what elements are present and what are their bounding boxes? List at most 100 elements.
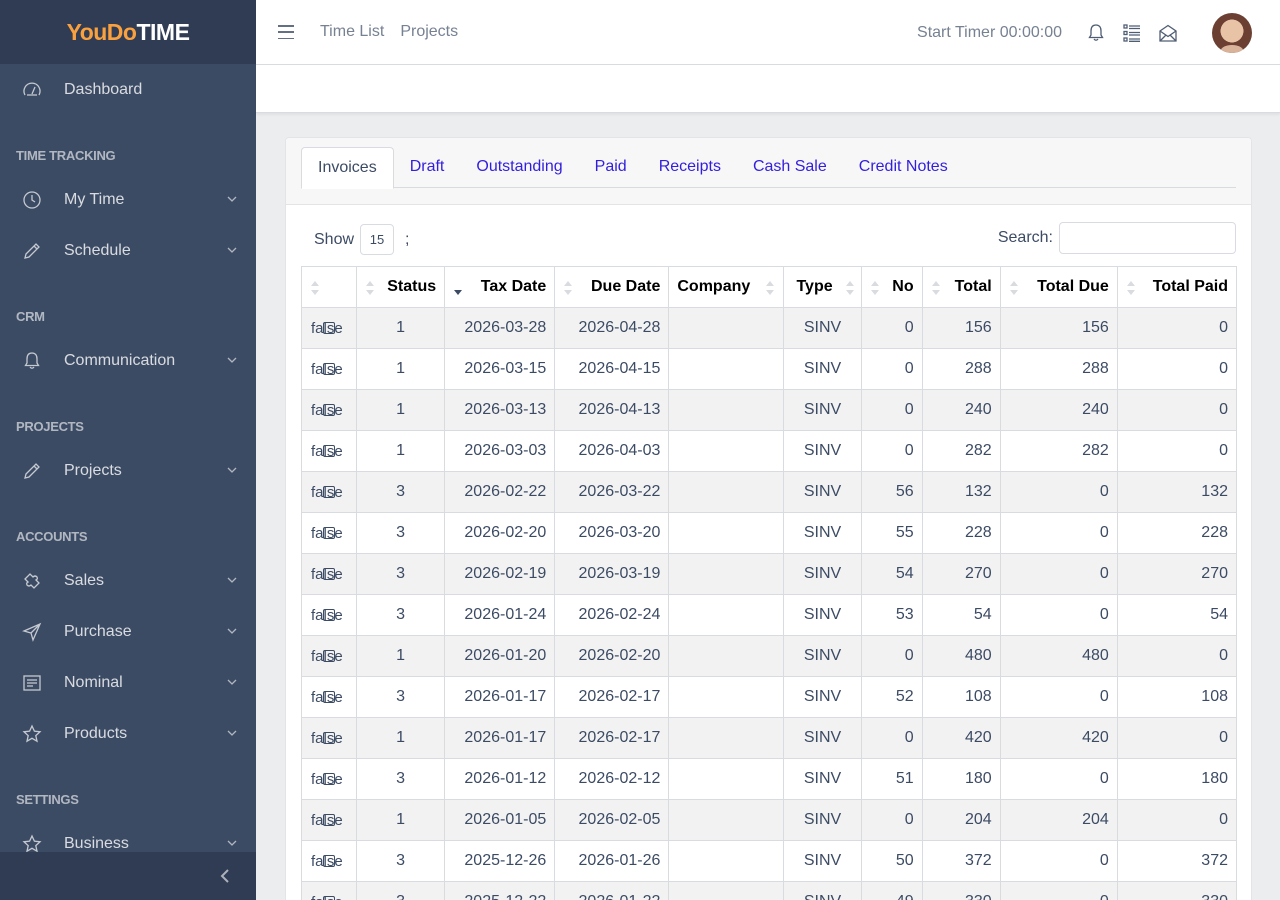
- row-select-cell[interactable]: false: [300, 758, 358, 800]
- cell-total-paid: 330: [1116, 881, 1238, 900]
- cell-type: SINV: [783, 799, 862, 841]
- cell-company: [668, 758, 785, 800]
- cell-tax-date: 2026-01-20: [444, 635, 556, 677]
- sidebar-item-business[interactable]: Business: [0, 818, 256, 852]
- row-checkbox[interactable]: [323, 855, 335, 867]
- row-checkbox[interactable]: [323, 691, 335, 703]
- sidebar-item-purchase[interactable]: Purchase: [0, 606, 256, 657]
- tab-receipts[interactable]: Receipts: [643, 147, 737, 188]
- table-row[interactable]: false 1 2026-03-13 2026-04-13 SINV 0 240 240 0: [300, 389, 1238, 431]
- tab-invoices[interactable]: Invoices: [301, 147, 394, 189]
- row-checkbox[interactable]: [323, 404, 335, 416]
- header-nav-projects[interactable]: Projects: [400, 23, 458, 41]
- header-nav-time-list[interactable]: Time List: [320, 23, 384, 41]
- row-select-cell[interactable]: false: [300, 676, 358, 718]
- brand-logo[interactable]: YouDo TIME: [0, 0, 256, 64]
- tab-cash-sale[interactable]: Cash Sale: [737, 147, 843, 188]
- cell-total-due: 282: [999, 430, 1118, 472]
- column-header-no[interactable]: No: [860, 266, 923, 308]
- column-header-tax-date[interactable]: Tax Date: [444, 266, 556, 308]
- column-header-total-due[interactable]: Total Due: [999, 266, 1118, 308]
- cell-due-date: 2026-02-17: [554, 676, 670, 718]
- chevron-down-icon: [227, 577, 237, 583]
- row-select-cell[interactable]: false: [300, 553, 358, 595]
- row-checkbox[interactable]: [323, 486, 335, 498]
- table-row[interactable]: false 1 2026-03-15 2026-04-15 SINV 0 288 288 0: [300, 348, 1238, 390]
- row-select-cell[interactable]: false: [300, 717, 358, 759]
- table-row[interactable]: false 3 2026-02-19 2026-03-19 SINV 54 270 0 270: [300, 553, 1238, 595]
- column-header-total-paid[interactable]: Total Paid: [1116, 266, 1238, 308]
- table-row[interactable]: false 3 2026-02-20 2026-03-20 SINV 55 228 0 228: [300, 512, 1238, 554]
- table-row[interactable]: false 3 2026-02-22 2026-03-22 SINV 56 132 0 132: [300, 471, 1238, 513]
- row-select-cell[interactable]: false: [300, 881, 358, 900]
- cell-no: 0: [860, 430, 923, 472]
- table-row[interactable]: false 1 2026-03-28 2026-04-28 SINV 0 156 156 0: [300, 307, 1238, 349]
- sidebar-item-nominal[interactable]: Nominal: [0, 657, 256, 708]
- cell-type: SINV: [783, 758, 862, 800]
- table-row[interactable]: false 3 2026-01-17 2026-02-17 SINV 52 108 0 108: [300, 676, 1238, 718]
- row-checkbox[interactable]: [323, 527, 335, 539]
- row-checkbox[interactable]: [323, 814, 335, 826]
- tab-credit-notes[interactable]: Credit Notes: [843, 147, 964, 188]
- sidebar-section-title: CRM: [16, 309, 45, 324]
- row-checkbox[interactable]: [323, 363, 335, 375]
- column-header-type[interactable]: Type: [783, 266, 862, 308]
- user-avatar[interactable]: [1212, 12, 1252, 53]
- start-timer-button[interactable]: Start Timer 00:00:00: [917, 24, 1062, 42]
- search-input[interactable]: [1059, 222, 1236, 254]
- row-select-cell[interactable]: false: [300, 799, 358, 841]
- row-checkbox[interactable]: [323, 322, 335, 334]
- tab-outstanding[interactable]: Outstanding: [460, 147, 578, 188]
- column-header-total[interactable]: Total: [921, 266, 1001, 308]
- table-row[interactable]: false 1 2026-03-03 2026-04-03 SINV 0 282 282 0: [300, 430, 1238, 472]
- speedometer-icon: [22, 80, 42, 100]
- row-checkbox[interactable]: [323, 568, 335, 580]
- sidebar-minimizer[interactable]: [0, 852, 256, 900]
- cell-no: 50: [860, 840, 923, 882]
- row-checkbox[interactable]: [323, 650, 335, 662]
- row-checkbox[interactable]: [323, 445, 335, 457]
- bell-icon[interactable]: [1086, 23, 1106, 43]
- tab-paid[interactable]: Paid: [579, 147, 643, 188]
- cell-no: 0: [860, 348, 923, 390]
- table-row[interactable]: false32025-12-222026-01-22SINV493300330: [300, 881, 1238, 900]
- list-icon[interactable]: [1122, 23, 1142, 43]
- table-row[interactable]: false 1 2026-01-20 2026-02-20 SINV 0 480 480 0: [300, 635, 1238, 677]
- row-select-cell[interactable]: false: [300, 471, 358, 513]
- table-row[interactable]: false 3 2026-01-24 2026-02-24 SINV 53 54 0 54: [300, 594, 1238, 636]
- row-select-cell[interactable]: false: [300, 594, 358, 636]
- row-checkbox[interactable]: [323, 896, 335, 900]
- table-row[interactable]: false 1 2026-01-05 2026-02-05 SINV 0 204 204 0: [300, 799, 1238, 841]
- sidebar-item-label: Projects: [64, 461, 122, 479]
- column-header-company[interactable]: Company: [668, 266, 785, 308]
- sidebar-item-sales[interactable]: Sales: [0, 555, 256, 606]
- row-select-cell[interactable]: false: [300, 389, 358, 431]
- sidebar-item-products[interactable]: Products: [0, 708, 256, 759]
- column-header-select[interactable]: [300, 266, 358, 308]
- envelope-open-icon[interactable]: [1158, 23, 1178, 43]
- sidebar-item-dashboard[interactable]: Dashboard: [0, 64, 256, 115]
- sidebar-item-communication[interactable]: Communication: [0, 335, 256, 386]
- column-header-label: Total: [954, 278, 992, 295]
- tab-draft[interactable]: Draft: [394, 147, 461, 188]
- row-select-cell[interactable]: false: [300, 430, 358, 472]
- sidebar-item-my-time[interactable]: My Time: [0, 174, 256, 225]
- page-length-select[interactable]: 15: [360, 224, 395, 255]
- sidebar-item-projects[interactable]: Projects: [0, 445, 256, 496]
- table-row[interactable]: false 3 2026-01-12 2026-02-12 SINV 51 180 0 180: [300, 758, 1238, 800]
- cell-due-date: 2026-02-12: [554, 758, 670, 800]
- row-checkbox[interactable]: [323, 732, 335, 744]
- table-row[interactable]: false 1 2026-01-17 2026-02-17 SINV 0 420 420 0: [300, 717, 1238, 759]
- row-select-cell[interactable]: false: [300, 512, 358, 554]
- sidebar-item-schedule[interactable]: Schedule: [0, 225, 256, 276]
- row-select-cell[interactable]: false: [300, 307, 358, 349]
- table-row[interactable]: false 3 2025-12-26 2026-01-26 SINV 50 372 0 372: [300, 840, 1238, 882]
- row-select-cell[interactable]: false: [300, 635, 358, 677]
- column-header-status[interactable]: Status: [356, 266, 446, 308]
- row-checkbox[interactable]: [323, 609, 335, 621]
- row-select-cell[interactable]: false: [300, 348, 358, 390]
- row-select-cell[interactable]: false: [300, 840, 358, 882]
- column-header-due-date[interactable]: Due Date: [554, 266, 670, 308]
- row-checkbox[interactable]: [323, 773, 335, 785]
- hamburger-menu-icon[interactable]: [278, 25, 294, 39]
